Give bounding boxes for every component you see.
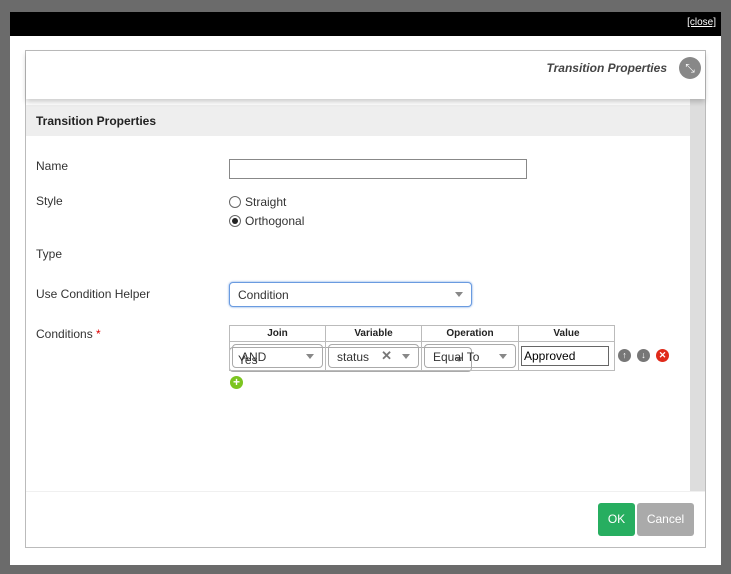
form-content: Transition Properties Name Style Straigh… [26,99,690,492]
helper-label: Use Condition Helper [36,287,151,301]
move-up-icon[interactable]: ↑ [618,349,631,362]
type-select[interactable]: Condition [229,282,472,307]
type-value: Condition [238,288,289,302]
operation-select[interactable]: Equal To [424,344,516,368]
required-mark: * [96,327,101,341]
radio-button [229,215,241,227]
close-link[interactable]: [close] [687,17,716,28]
conditions-label: Conditions * [36,327,101,341]
scrollbar[interactable] [690,99,705,492]
clear-icon[interactable]: ✕ [381,348,392,364]
dialog-footer: OK Cancel [26,491,705,547]
radio-button [229,196,241,208]
name-input[interactable] [229,159,527,179]
header-join: Join [229,325,326,342]
conditions-table: Join Variable Operation Value AND status… [229,325,615,371]
chevron-down-icon [306,354,314,359]
collapse-icon[interactable]: ⤡ [679,57,701,79]
style-straight-radio[interactable]: Straight [229,195,304,209]
chevron-down-icon [402,354,410,359]
add-row-icon[interactable]: + [230,376,243,389]
panel-header: Transition Properties ⤡ [26,51,705,99]
join-select[interactable]: AND [232,344,323,368]
dialog: [close] Transition Properties ⤡ Transiti… [10,12,721,565]
radio-label: Straight [245,195,287,209]
chevron-down-icon [455,292,463,297]
radio-label: Orthogonal [245,214,305,228]
delete-row-icon[interactable]: ✕ [656,349,669,362]
table-row: AND status ✕ Equal To [229,341,615,371]
properties-panel: Transition Properties ⤡ Transition Prope… [25,50,706,548]
chevron-down-icon [499,354,507,359]
header-variable: Variable [325,325,422,342]
conditions-label-text: Conditions [36,327,93,341]
type-label: Type [36,247,63,261]
dialog-titlebar: [close] [10,12,721,36]
ok-button[interactable]: OK [598,503,635,536]
variable-select[interactable]: status ✕ [328,344,419,368]
operation-value: Equal To [433,350,480,364]
value-input[interactable] [521,346,609,366]
cancel-button[interactable]: Cancel [637,503,694,536]
panel-title: Transition Properties [546,61,667,75]
header-value: Value [518,325,615,342]
join-value: AND [241,350,267,364]
section-title: Transition Properties [26,105,690,136]
header-operation: Operation [421,325,519,342]
style-orthogonal-radio[interactable]: Orthogonal [229,214,304,228]
move-down-icon[interactable]: ↓ [637,349,650,362]
style-label: Style [36,194,63,208]
name-label: Name [36,159,69,173]
variable-value: status [337,350,370,364]
